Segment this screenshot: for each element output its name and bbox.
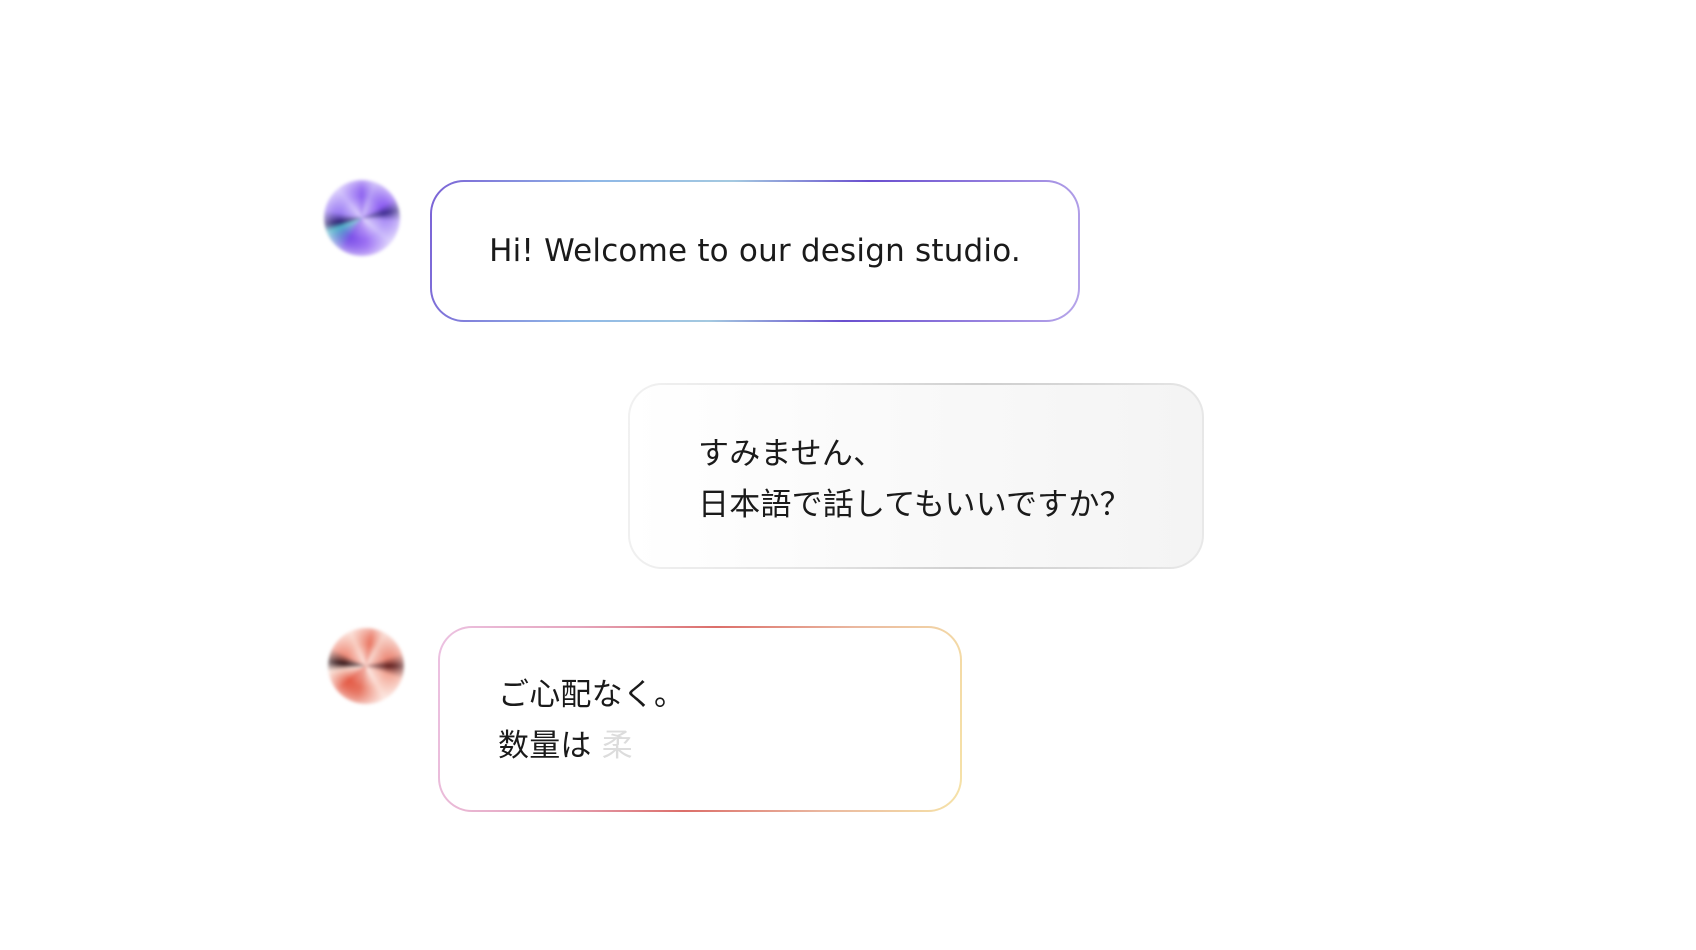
typing-ghost-character: 柔 (601, 728, 633, 764)
message-text-line-2-wrapper: 数量は柔 (498, 721, 920, 772)
message-text-line-1: すみません、 (698, 436, 885, 472)
gradient-orb-coral-icon (328, 628, 404, 704)
message-text-line-1: ご心配なく。 (498, 677, 686, 713)
assistant-message-bubble-streaming: ご心配なく。 数量は柔 (438, 626, 962, 812)
message-text-line-2: 日本語で話してもいいですか？ (698, 487, 1131, 523)
user-message-bubble: すみません、 日本語で話してもいいですか？ (628, 383, 1204, 569)
message-text: Hi! Welcome to our design studio. (489, 232, 1021, 269)
message-text-line-2: 数量は (498, 728, 592, 764)
chat-canvas: Hi! Welcome to our design studio. すみません、… (0, 0, 1696, 950)
assistant-message-bubble: Hi! Welcome to our design studio. (430, 180, 1080, 322)
gradient-orb-purple-icon (324, 180, 400, 256)
